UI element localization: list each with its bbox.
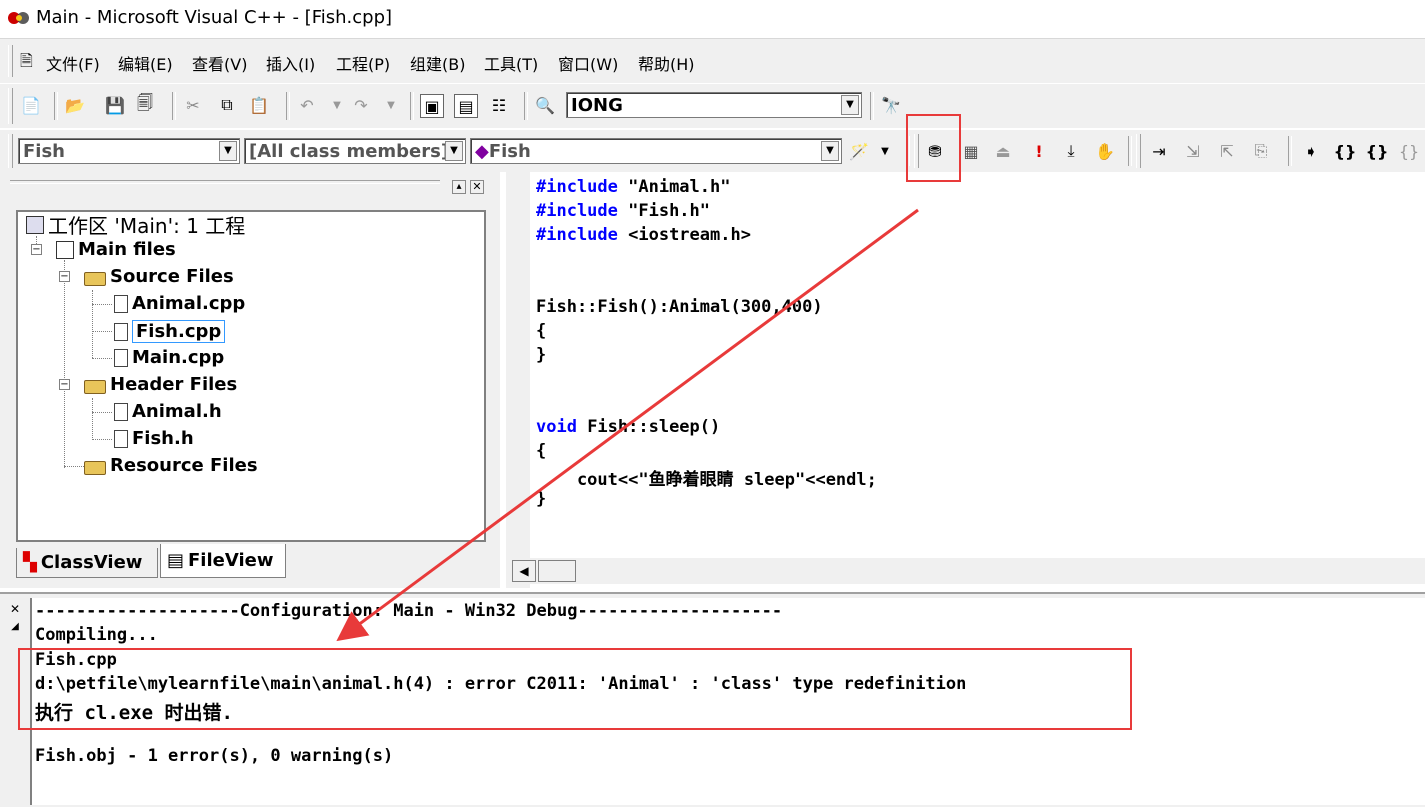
- arrow-line: [336, 208, 919, 642]
- annotation-arrow: [336, 208, 919, 642]
